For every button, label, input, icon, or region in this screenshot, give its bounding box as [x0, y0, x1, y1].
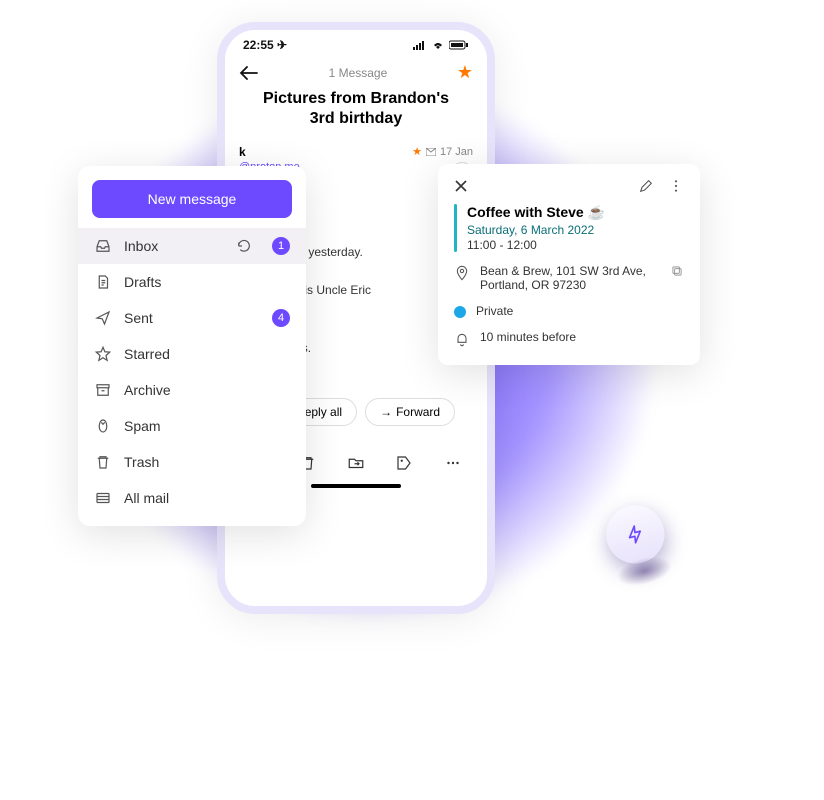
envelope-mini-icon: [426, 148, 436, 156]
sidebar-item-label: Sent: [124, 310, 153, 326]
sidebar-item-label: Spam: [124, 418, 161, 434]
signal-icon: [413, 40, 427, 50]
status-time: 22:55 ✈: [243, 38, 287, 52]
new-message-button[interactable]: New message: [92, 180, 292, 218]
event-time: 11:00 - 12:00: [467, 238, 605, 252]
location-icon: [454, 265, 470, 281]
email-subject: Pictures from Brandon's 3rd birthday: [235, 87, 477, 139]
sidebar-item-label: Inbox: [124, 238, 158, 254]
bell-icon: [454, 331, 470, 347]
forward-button[interactable]: →Forward: [365, 398, 455, 426]
sender-name: k: [239, 145, 300, 159]
sidebar-item-archive[interactable]: Archive: [78, 372, 306, 408]
more-vertical-icon[interactable]: [668, 178, 684, 194]
sidebar-item-starred[interactable]: Starred: [78, 336, 306, 372]
label-icon[interactable]: [395, 454, 413, 472]
star-icon: [94, 345, 112, 363]
event-visibility-row: Private: [454, 304, 684, 318]
edit-icon[interactable]: [638, 178, 654, 194]
sidebar-item-spam[interactable]: Spam: [78, 408, 306, 444]
bolt-icon: [622, 521, 649, 548]
refresh-icon[interactable]: [236, 238, 252, 254]
mail-sidebar: New message Inbox 1 Drafts Sent 4 Starre…: [78, 166, 306, 526]
sidebar-item-label: Archive: [124, 382, 171, 398]
spam-icon: [94, 417, 112, 435]
home-indicator: [311, 484, 401, 488]
sidebar-item-label: Drafts: [124, 274, 161, 290]
sent-icon: [94, 309, 112, 327]
event-reminder-row: 10 minutes before: [454, 330, 684, 347]
badge: 1: [272, 237, 290, 255]
sidebar-item-sent[interactable]: Sent 4: [78, 300, 306, 336]
event-reminder: 10 minutes before: [480, 330, 576, 344]
inbox-icon: [94, 237, 112, 255]
calendar-event-card: Coffee with Steve ☕ Saturday, 6 March 20…: [438, 164, 700, 365]
calendar-color-dot: [454, 306, 466, 318]
sidebar-item-label: Starred: [124, 346, 170, 362]
wifi-icon: [431, 40, 445, 50]
close-icon[interactable]: [454, 179, 468, 193]
sidebar-item-label: Trash: [124, 454, 159, 470]
email-meta: ★ 17 Jan: [412, 145, 473, 158]
badge: 4: [272, 309, 290, 327]
sidebar-item-drafts[interactable]: Drafts: [78, 264, 306, 300]
copy-icon[interactable]: [670, 264, 684, 278]
sidebar-item-label: All mail: [124, 490, 169, 506]
allmail-icon: [94, 489, 112, 507]
sidebar-item-allmail[interactable]: All mail: [78, 480, 306, 516]
star-icon[interactable]: ★: [457, 62, 473, 83]
back-arrow-icon[interactable]: [239, 66, 259, 80]
sidebar-item-trash[interactable]: Trash: [78, 444, 306, 480]
event-date: Saturday, 6 March 2022: [467, 223, 605, 237]
event-location: Bean & Brew, 101 SW 3rd Ave, Portland, O…: [480, 264, 660, 292]
more-icon[interactable]: [444, 454, 462, 472]
move-folder-icon[interactable]: [347, 454, 365, 472]
message-count: 1 Message: [329, 66, 388, 80]
status-indicators: [413, 40, 469, 50]
event-location-row: Bean & Brew, 101 SW 3rd Ave, Portland, O…: [454, 264, 684, 292]
nav-row: 1 Message ★: [235, 54, 477, 87]
event-top-bar: [454, 178, 684, 194]
drafts-icon: [94, 273, 112, 291]
event-visibility: Private: [476, 304, 513, 318]
event-accent-bar: [454, 204, 457, 252]
trash-icon: [94, 453, 112, 471]
status-bar: 22:55 ✈: [235, 36, 477, 54]
archive-icon: [94, 381, 112, 399]
event-header: Coffee with Steve ☕ Saturday, 6 March 20…: [454, 204, 684, 252]
battery-icon: [449, 40, 469, 50]
sidebar-item-inbox[interactable]: Inbox 1: [78, 228, 306, 264]
event-title: Coffee with Steve ☕: [467, 204, 605, 221]
